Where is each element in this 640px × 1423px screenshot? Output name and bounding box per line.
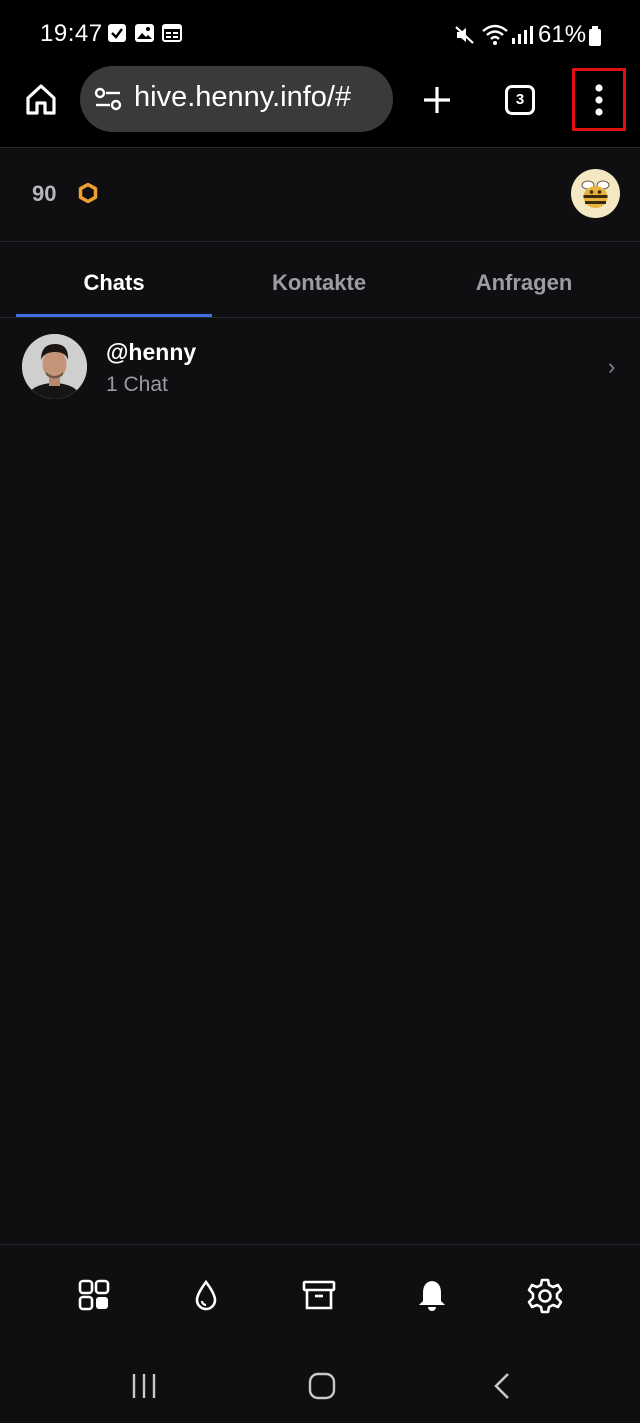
bottom-navigation bbox=[0, 1244, 640, 1342]
gallery-notification-icon bbox=[135, 24, 154, 47]
browser-toolbar: hive.henny.info/# 3 bbox=[0, 66, 640, 148]
battery-percentage: 61% bbox=[538, 21, 587, 48]
hexagon-icon bbox=[78, 182, 98, 208]
tab-bar: Chats Kontakte Anfragen bbox=[0, 242, 640, 318]
tab-kontakte[interactable]: Kontakte bbox=[219, 270, 419, 296]
battery-icon bbox=[589, 26, 601, 51]
back-nav-icon[interactable] bbox=[490, 1372, 514, 1405]
signal-icon bbox=[511, 26, 533, 49]
archive-icon[interactable] bbox=[301, 1277, 337, 1313]
chevron-right-icon: › bbox=[608, 354, 616, 379]
menu-button-highlight bbox=[572, 68, 626, 131]
bee-icon bbox=[581, 180, 610, 208]
recent-apps-icon[interactable] bbox=[130, 1372, 158, 1405]
tab-anfragen[interactable]: Anfragen bbox=[424, 270, 624, 296]
wifi-icon bbox=[481, 24, 509, 51]
avatar bbox=[22, 334, 87, 399]
gear-icon[interactable] bbox=[526, 1277, 563, 1314]
user-avatar[interactable] bbox=[571, 169, 620, 218]
tab-chats[interactable]: Chats bbox=[14, 270, 214, 296]
active-tab-indicator bbox=[16, 314, 212, 317]
apps-grid-icon[interactable] bbox=[76, 1277, 112, 1313]
new-tab-icon[interactable] bbox=[422, 85, 452, 120]
url-text[interactable]: hive.henny.info/# bbox=[134, 81, 386, 114]
chat-count: 1 Chat bbox=[106, 373, 168, 396]
checkbox-notification-icon bbox=[108, 24, 126, 47]
home-icon[interactable] bbox=[24, 82, 58, 121]
bell-icon[interactable] bbox=[414, 1277, 450, 1313]
system-navigation bbox=[0, 1342, 640, 1423]
calendar-notification-icon bbox=[162, 24, 182, 47]
status-time: 19:47 bbox=[40, 20, 103, 47]
tab-switcher-button[interactable]: 3 bbox=[505, 85, 535, 115]
chat-contact-name: @henny bbox=[106, 339, 197, 365]
mute-icon bbox=[454, 25, 476, 50]
address-bar[interactable]: hive.henny.info/# bbox=[80, 66, 393, 132]
app-header: 90 bbox=[0, 148, 640, 242]
home-nav-icon[interactable] bbox=[308, 1372, 336, 1405]
site-settings-icon[interactable] bbox=[94, 87, 122, 116]
points-value: 90 bbox=[32, 181, 57, 206]
list-item[interactable]: @henny 1 Chat › bbox=[0, 320, 640, 412]
status-bar: 19:47 61% bbox=[0, 0, 640, 66]
drop-icon[interactable] bbox=[188, 1277, 224, 1313]
